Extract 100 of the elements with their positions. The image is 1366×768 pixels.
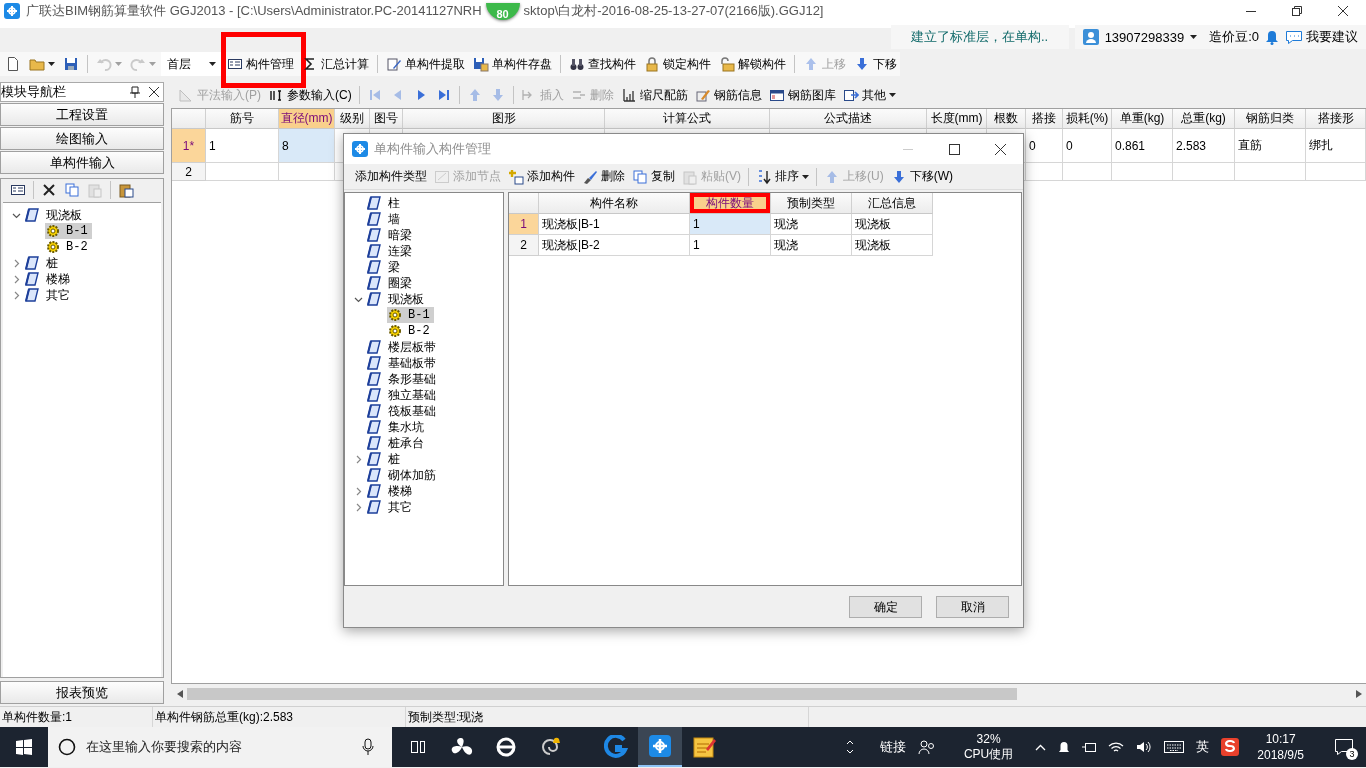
notification-button[interactable]: 3 <box>1322 727 1366 767</box>
people-icon <box>917 739 936 755</box>
tree-item[interactable]: 墙 <box>365 211 404 227</box>
toolbar-button[interactable]: 删除 <box>579 165 628 188</box>
toolbar-button[interactable]: 缩尺配筋 <box>617 84 691 106</box>
tree-item[interactable]: 条形基础 <box>365 371 440 387</box>
tree-item[interactable]: 筏板基础 <box>365 403 440 419</box>
tree-item[interactable]: 梁 <box>365 259 404 275</box>
row-header[interactable]: 1 <box>509 214 539 235</box>
toolbar-button[interactable]: 汇总计算 <box>299 53 373 75</box>
column-header[interactable]: 图形 <box>403 109 605 129</box>
search-icon <box>58 738 76 756</box>
slab-icon <box>24 255 40 271</box>
clipboard-icon <box>118 182 134 198</box>
tree-item[interactable]: 桩 <box>365 451 404 467</box>
toolbar-button[interactable]: 解锁构件 <box>716 53 790 75</box>
toolbar-button[interactable]: 添加构件 <box>505 165 578 188</box>
tree-item[interactable]: 柱 <box>365 195 404 211</box>
tree-item[interactable]: 桩 <box>23 255 62 271</box>
tree-item[interactable]: 圈梁 <box>365 275 416 291</box>
pin-icon <box>129 86 141 98</box>
tree-item[interactable]: 楼层板带 <box>365 339 440 355</box>
restore-icon <box>1292 6 1302 16</box>
section-button[interactable]: 单构件输入 <box>0 151 164 174</box>
tree-item[interactable]: B-2 <box>387 323 434 339</box>
dialog-button[interactable]: 确定 <box>849 596 922 618</box>
column-header[interactable]: 损耗(%) <box>1063 109 1112 129</box>
column-header[interactable]: 构件数量 <box>690 193 771 214</box>
dialog-button[interactable]: 取消 <box>936 596 1009 618</box>
toolbar-button[interactable]: 添加构件类型 <box>352 165 430 188</box>
clock[interactable]: 10:17 2018/9/5 <box>1251 731 1310 763</box>
column-header[interactable]: 搭接形 <box>1306 109 1366 129</box>
tree-item[interactable]: 砌体加筋 <box>365 467 440 483</box>
column-header[interactable]: 构件名称 <box>539 193 690 214</box>
ruler-icon <box>620 87 637 103</box>
tree-item[interactable]: 集水坑 <box>365 419 428 435</box>
toolbar-button[interactable]: 查找构件 <box>566 53 640 75</box>
slab-icon <box>366 243 382 259</box>
column-header[interactable]: 图号 <box>370 109 403 129</box>
toolbar-button[interactable]: 钢筋信息 <box>691 84 765 106</box>
toolbar-button[interactable]: 排序 <box>753 165 812 188</box>
column-header[interactable]: 钢筋归类 <box>1235 109 1306 129</box>
search-field[interactable]: 在这里输入你要搜索的内容 <box>48 727 392 767</box>
input-method[interactable]: 英 <box>1196 738 1210 756</box>
tree-item[interactable]: 其它 <box>365 499 416 515</box>
toolbar-button[interactable]: 下移 <box>851 53 901 75</box>
column-header[interactable]: 单重(kg) <box>1112 109 1173 129</box>
row-header[interactable]: 2 <box>172 163 206 181</box>
column-header[interactable]: 直径(mm) <box>279 109 335 129</box>
column-header[interactable]: 筋号 <box>206 109 279 129</box>
feedback-link[interactable]: 我要建议 <box>1285 28 1358 46</box>
row-header[interactable]: 1* <box>172 129 206 163</box>
toolbar-label[interactable]: 链接 <box>879 738 906 756</box>
column-header[interactable]: 长度(mm) <box>927 109 987 129</box>
tree-item[interactable]: B-2 <box>45 239 92 255</box>
toolbar-button[interactable]: 钢筋图库 <box>765 84 839 106</box>
tree-item[interactable]: 暗梁 <box>365 227 416 243</box>
table-cell: 现浇板|B-2 <box>539 235 690 256</box>
toolbar-button[interactable]: 复制 <box>629 165 678 188</box>
table-cell <box>1063 163 1112 181</box>
column-header[interactable]: 计算公式 <box>605 109 770 129</box>
section-button[interactable]: 绘图输入 <box>0 127 164 150</box>
tree-item[interactable]: 现浇板 <box>365 291 428 307</box>
toolbar-button[interactable]: 参数输入(C) <box>265 84 355 106</box>
floor-dropdown[interactable]: 首层 <box>160 52 223 76</box>
tree-item[interactable]: 独立基础 <box>365 387 440 403</box>
slab-icon <box>366 259 382 275</box>
tree-item[interactable]: 其它 <box>23 287 74 303</box>
section-button[interactable]: 报表预览 <box>0 681 164 704</box>
sort-icon <box>756 168 772 185</box>
tree-item[interactable]: 现浇板 <box>23 207 86 223</box>
toolbar-button[interactable]: 单构件存盘 <box>470 53 556 75</box>
table-cell <box>1306 163 1366 181</box>
column-header[interactable]: 公式描述 <box>770 109 927 129</box>
user-account[interactable]: 13907298339 <box>1104 29 1185 45</box>
row-header[interactable]: 2 <box>509 235 539 256</box>
tree-item[interactable]: B-1 <box>387 307 434 323</box>
column-header[interactable]: 搭接 <box>1026 109 1063 129</box>
toolbar-button[interactable]: 单构件提取 <box>383 53 469 75</box>
pinwheel-icon <box>451 736 473 758</box>
tree-item[interactable]: 基础板带 <box>365 355 440 371</box>
column-header[interactable]: 级别 <box>335 109 370 129</box>
tree-item[interactable]: 楼梯 <box>365 483 416 499</box>
column-header[interactable]: 预制类型 <box>771 193 852 214</box>
scroll-thumb[interactable] <box>187 688 1017 700</box>
tree-item[interactable]: B-1 <box>45 223 92 239</box>
taskbar-app[interactable] <box>638 727 682 767</box>
toolbar-button[interactable]: 其他 <box>839 84 899 106</box>
column-header[interactable]: 根数 <box>987 109 1026 129</box>
tree-item[interactable]: 连梁 <box>365 243 416 259</box>
toolbar-button[interactable]: 锁定构件 <box>641 53 715 75</box>
tree-item[interactable]: 桩承台 <box>365 435 428 451</box>
section-button[interactable]: 工程设置 <box>0 103 164 126</box>
column-header[interactable]: 总重(kg) <box>1173 109 1235 129</box>
toolbar-button[interactable]: 构件管理 <box>224 53 298 75</box>
slab-icon <box>366 211 382 227</box>
column-header[interactable]: 汇总信息 <box>852 193 933 214</box>
tree-item[interactable]: 楼梯 <box>23 271 74 287</box>
table-cell: 0 <box>1063 129 1112 163</box>
toolbar-button[interactable]: 下移(W) <box>887 165 956 188</box>
